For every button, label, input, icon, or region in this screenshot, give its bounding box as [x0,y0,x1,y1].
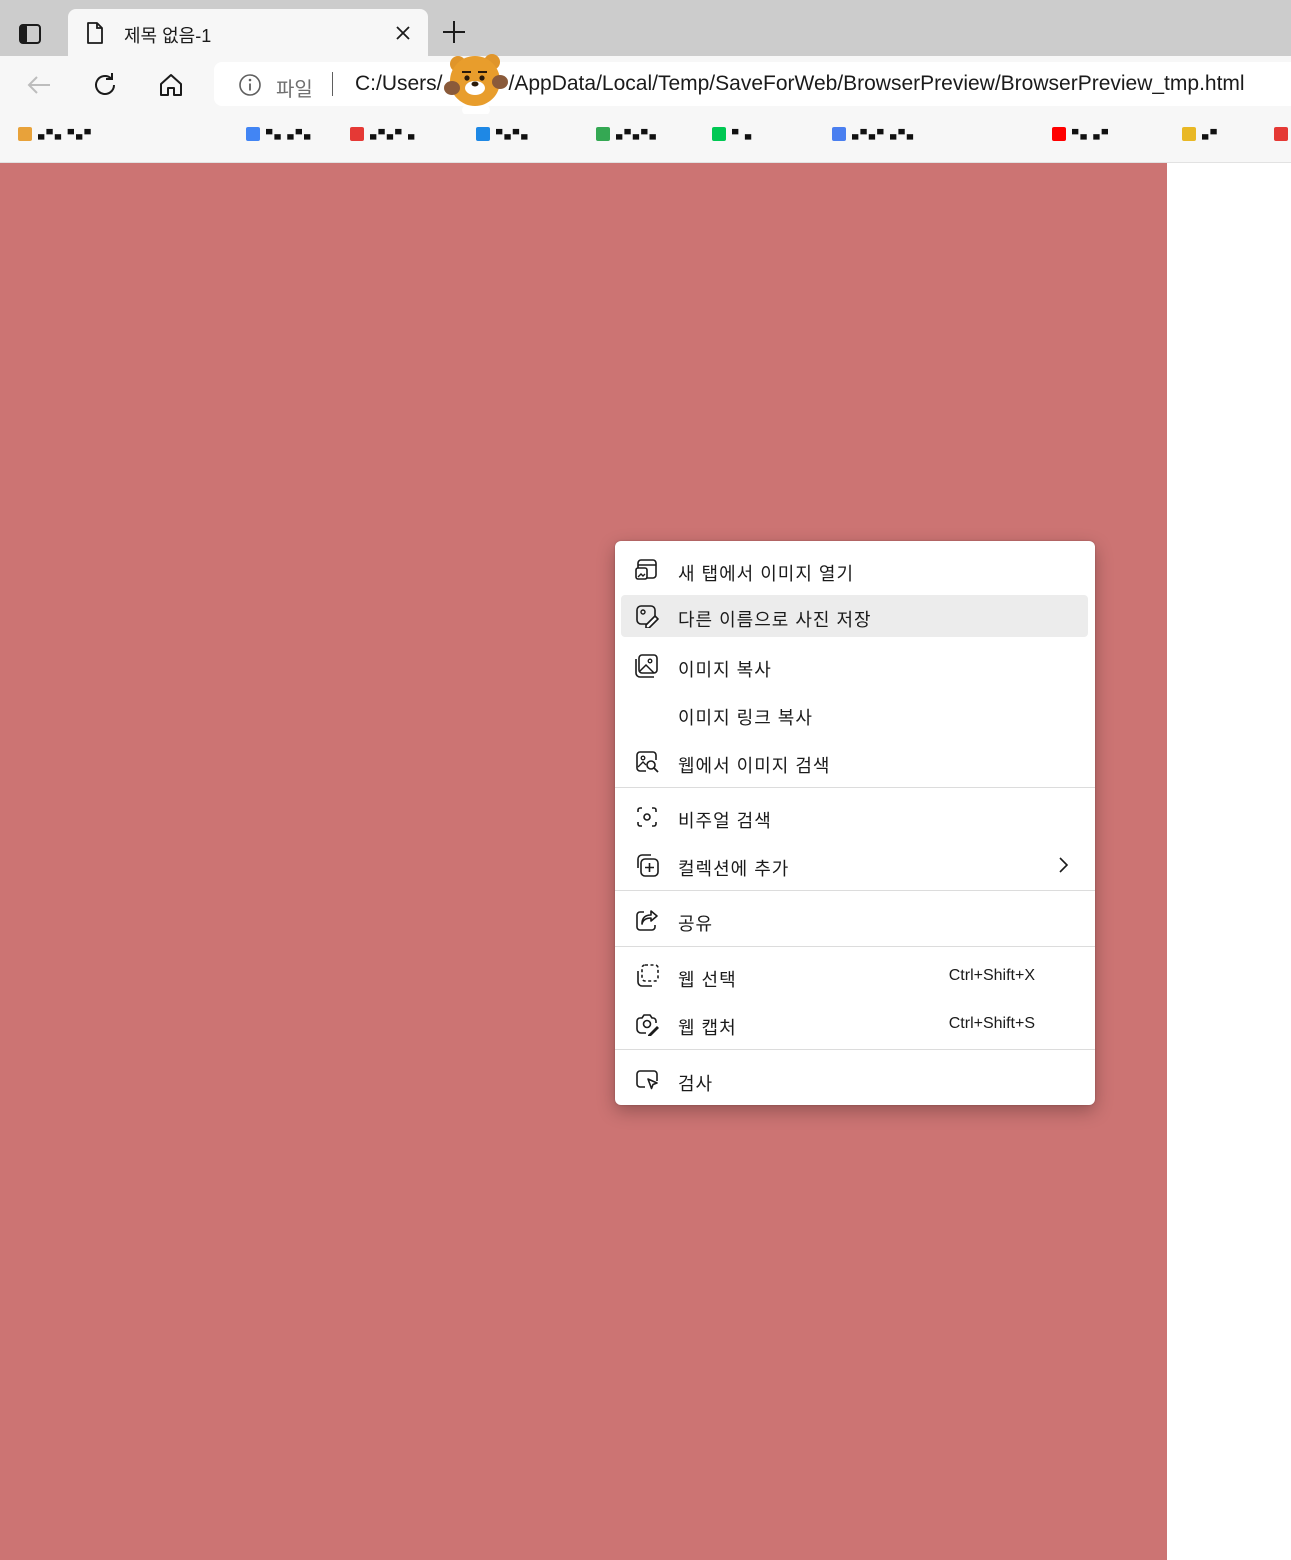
menu-item-web-capture[interactable]: 웹 캡처 Ctrl+Shift+S [621,1003,1088,1045]
lion-sticker-avatar [440,48,512,118]
favorite-item[interactable]: ▄▀ [1182,124,1219,144]
favorite-icon [596,127,610,141]
favorite-label: ▄▀ [1202,129,1219,139]
context-menu: 새 탭에서 이미지 열기 다른 이름으로 사진 저장 이미지 복사 이미지 링크… [615,541,1095,1105]
menu-item-web-select[interactable]: 웹 선택 Ctrl+Shift+X [621,955,1088,997]
menu-item-label: 웹 캡처 [678,1018,737,1038]
favorite-icon [1182,127,1196,141]
url-suffix: /AppData/Local/Temp/SaveForWeb/BrowserPr… [508,72,1245,95]
tab-strip: 제목 없음-1 [0,0,1291,56]
close-tab-icon[interactable] [394,24,412,42]
favorites-bar: ▄▀▄ ▀▄▀ ▀▄ ▄▀▄ ▄▀▄▀ ▄ ▀▄▀▄ ▄▀▄▀▄ ▀ ▄ ▄▀▄… [0,114,1291,163]
open-image-new-tab-icon [635,558,659,582]
save-image-as-icon [635,604,659,628]
new-tab-icon[interactable] [440,18,468,46]
menu-separator [615,890,1095,891]
share-icon [635,908,659,932]
favorite-icon [476,127,490,141]
tab-active[interactable]: 제목 없음-1 [68,9,428,56]
menu-item-label: 검사 [678,1074,714,1094]
inspect-icon [635,1068,659,1092]
favorite-item[interactable]: ▄▀▄▀▄ [596,124,658,144]
menu-separator [615,1049,1095,1050]
favorite-item[interactable]: ▄▀▄▀ ▄ [350,124,416,144]
address-separator [332,72,333,96]
favorite-icon [1052,127,1066,141]
menu-item-label: 비주얼 검색 [678,811,772,831]
favorite-item[interactable]: ▀▄ ▄▀ [1052,124,1110,144]
favorite-icon [18,127,32,141]
favorite-item[interactable]: ▄▀▄▀ ▄▀▄ [832,124,915,144]
chevron-right-icon [1056,856,1070,874]
search-image-web-icon [635,750,659,774]
scheme-label: 파일 [276,79,313,101]
favorite-label: ▄▀▄▀▄ [616,129,658,139]
tab-actions-icon[interactable] [14,18,50,48]
refresh-icon[interactable] [90,70,120,100]
menu-item-save-image-as[interactable]: 다른 이름으로 사진 저장 [621,595,1088,637]
menu-item-shortcut: Ctrl+Shift+X [948,967,1035,984]
page-margin [1167,163,1291,1560]
favorite-icon [350,127,364,141]
menu-item-inspect[interactable]: 검사 [621,1059,1088,1101]
favorite-label: ▀▄ ▄▀▄ [266,129,313,139]
favorite-item[interactable]: ▀ ▄ [712,124,753,144]
favorite-label: ▀▄▀▄ [496,129,530,139]
back-arrow-icon[interactable] [24,70,54,100]
menu-item-label: 공유 [678,914,714,934]
menu-item-label: 새 탭에서 이미지 열기 [678,564,855,584]
info-icon[interactable] [238,73,262,97]
favorite-label: ▄▀▄▀ ▄ [370,129,417,139]
menu-item-shortcut: Ctrl+Shift+S [948,1015,1035,1032]
menu-item-label: 다른 이름으로 사진 저장 [678,610,872,630]
favorite-label: ▄▀▄▀ ▄▀▄ [852,129,916,139]
menu-item-share[interactable]: 공유 [621,899,1088,941]
toolbar: 파일 C:/Users/ /AppData/Local/Temp/SaveForW… [0,56,1291,114]
menu-item-label: 이미지 복사 [678,660,772,680]
favorite-label: ▄▀▄ ▀▄▀ [38,129,93,139]
menu-item-label: 웹 선택 [678,970,737,990]
menu-item-copy-image[interactable]: 이미지 복사 [621,645,1088,687]
favorite-label: ▀▄ ▄▀ [1072,129,1111,139]
favorite-label: ▀ ▄ [732,129,754,139]
address-bar[interactable]: 파일 C:/Users/ /AppData/Local/Temp/SaveForW… [214,62,1291,106]
add-to-collections-icon [635,853,659,877]
menu-item-add-to-collections[interactable]: 컬렉션에 추가 [621,844,1088,886]
favorite-item[interactable]: ▀▄▀▄ [476,124,530,144]
url-prefix: C:/Users/ [355,72,443,95]
menu-item-open-image-new-tab[interactable]: 새 탭에서 이미지 열기 [621,549,1088,591]
favorite-item[interactable]: ▄▀▄ ▀▄▀ [18,124,93,144]
menu-item-copy-image-link[interactable]: 이미지 링크 복사 [621,693,1088,735]
page-icon [84,21,106,45]
menu-item-label: 이미지 링크 복사 [678,708,813,728]
web-capture-icon [635,1012,659,1036]
menu-item-label: 웹에서 이미지 검색 [678,756,831,776]
favorite-icon [1274,127,1288,141]
favorite-item[interactable]: ▀▄ ▄▀▄ [246,124,312,144]
home-icon[interactable] [156,70,186,100]
menu-item-visual-search[interactable]: 비주얼 검색 [621,796,1088,838]
favorite-icon [832,127,846,141]
favorite-icon [246,127,260,141]
copy-image-icon [635,654,659,678]
tab-title: 제목 없음-1 [124,26,212,46]
web-select-icon [635,964,659,988]
menu-item-label: 컬렉션에 추가 [678,859,790,879]
menu-item-search-image-web[interactable]: 웹에서 이미지 검색 [621,741,1088,783]
menu-separator [615,787,1095,788]
favorite-item[interactable] [1274,124,1291,144]
visual-search-icon [635,805,659,829]
menu-separator [615,946,1095,947]
favorite-icon [712,127,726,141]
